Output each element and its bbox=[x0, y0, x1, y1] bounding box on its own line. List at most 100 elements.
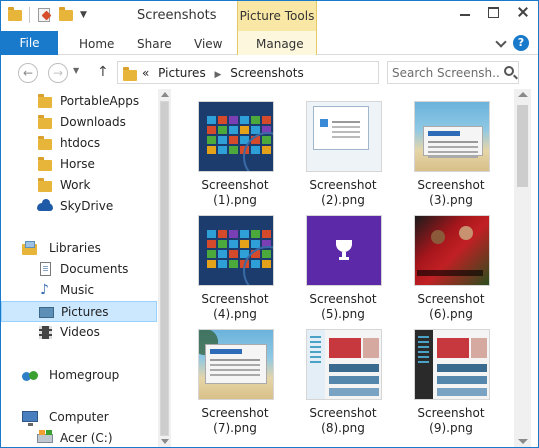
nav-item-label: htdocs bbox=[60, 136, 101, 150]
properties-icon[interactable] bbox=[36, 7, 52, 23]
file-name: Screenshot (7).png bbox=[201, 406, 269, 435]
pictures-icon bbox=[38, 305, 54, 320]
content-scrollbar[interactable] bbox=[514, 89, 531, 447]
thumbnail bbox=[414, 329, 490, 400]
drive-icon bbox=[37, 430, 53, 446]
file-tile[interactable]: Screenshot (5).png bbox=[295, 203, 391, 321]
file-tile[interactable]: Screenshot (6).png bbox=[403, 203, 499, 321]
nav-item-label: Computer bbox=[49, 410, 109, 424]
breadcrumb-pictures[interactable]: Pictures bbox=[158, 66, 206, 80]
nav-item-portableapps[interactable]: PortableApps bbox=[1, 91, 157, 112]
scroll-up-icon[interactable] bbox=[518, 92, 528, 97]
navigation-pane: PortableApps Downloads htdocs Horse Work… bbox=[1, 89, 171, 447]
nav-item-label: Work bbox=[60, 178, 91, 192]
customize-toolbar-icon[interactable]: ▼ bbox=[80, 7, 96, 23]
file-tile[interactable]: Screenshot (7).png bbox=[187, 317, 283, 435]
nav-item-drive-c[interactable]: Acer (C:) bbox=[1, 428, 157, 447]
breadcrumb-screenshots[interactable]: Screenshots bbox=[230, 66, 303, 80]
chevron-right-icon[interactable]: ▶ bbox=[215, 70, 222, 80]
homegroup-icon bbox=[22, 368, 38, 383]
nav-item-htdocs[interactable]: htdocs bbox=[1, 133, 157, 154]
thumbnail bbox=[198, 329, 274, 400]
music-icon: ♪ bbox=[40, 282, 49, 298]
tab-file[interactable]: File bbox=[1, 31, 58, 55]
folder-icon bbox=[122, 66, 138, 81]
scroll-down-icon[interactable] bbox=[161, 439, 169, 444]
nav-item-work[interactable]: Work bbox=[1, 175, 157, 196]
forward-button[interactable]: → bbox=[48, 63, 68, 83]
scroll-up-icon[interactable] bbox=[161, 92, 169, 97]
nav-item-homegroup[interactable]: Homegroup bbox=[1, 365, 157, 386]
search-box[interactable] bbox=[387, 61, 519, 84]
file-name: Screenshot (8).png bbox=[309, 406, 377, 435]
nav-item-pictures[interactable]: Pictures bbox=[1, 301, 157, 322]
tab-share[interactable]: Share bbox=[137, 31, 172, 55]
explorer-window: ▼ Screenshots Picture Tools File Home Sh… bbox=[0, 0, 539, 448]
tab-view[interactable]: View bbox=[194, 31, 222, 55]
nav-item-label: Libraries bbox=[49, 241, 101, 255]
address-bar[interactable]: « Pictures ▶ Screenshots ▼ ↻ bbox=[117, 61, 486, 84]
new-folder-icon[interactable] bbox=[58, 7, 74, 23]
nav-item-label: Homegroup bbox=[49, 368, 120, 382]
close-button[interactable] bbox=[507, 1, 538, 23]
folder-icon[interactable] bbox=[7, 7, 23, 23]
file-tile[interactable]: Screenshot (8).png bbox=[295, 317, 391, 435]
nav-item-label: Pictures bbox=[61, 305, 109, 319]
back-button[interactable]: ← bbox=[18, 63, 38, 83]
file-list: Screenshot (1).png Screenshot (2).png Sc… bbox=[173, 89, 514, 447]
thumbnail bbox=[198, 215, 274, 286]
nav-item-computer[interactable]: Computer bbox=[1, 407, 157, 428]
title-bar: ▼ Screenshots Picture Tools bbox=[1, 1, 538, 31]
minimize-button[interactable] bbox=[451, 1, 479, 23]
nav-item-music[interactable]: ♪ Music bbox=[1, 280, 157, 301]
file-tile[interactable]: Screenshot (9).png bbox=[403, 317, 499, 435]
quick-access-toolbar: ▼ bbox=[7, 7, 96, 23]
recent-locations-icon[interactable]: ▼ bbox=[73, 66, 79, 75]
thumbnail bbox=[414, 101, 490, 172]
videos-icon bbox=[37, 325, 53, 340]
nav-item-libraries[interactable]: Libraries bbox=[1, 238, 157, 259]
file-tile[interactable]: Screenshot (4).png bbox=[187, 203, 283, 321]
expand-ribbon-icon[interactable] bbox=[494, 35, 508, 49]
skydrive-icon bbox=[37, 199, 53, 214]
scroll-thumb[interactable] bbox=[517, 105, 528, 187]
scroll-thumb[interactable] bbox=[160, 101, 169, 436]
nav-item-horse[interactable]: Horse bbox=[1, 154, 157, 175]
documents-icon bbox=[37, 262, 53, 277]
nav-item-documents[interactable]: Documents bbox=[1, 259, 157, 280]
trophy-icon bbox=[336, 240, 352, 260]
nav-item-label: Horse bbox=[60, 157, 95, 171]
scroll-down-icon[interactable] bbox=[518, 439, 528, 444]
maximize-button[interactable] bbox=[479, 1, 507, 23]
address-row: ← → ▼ ↑ « Pictures ▶ Screenshots ▼ ↻ bbox=[1, 56, 538, 89]
nav-item-skydrive[interactable]: SkyDrive bbox=[1, 196, 157, 217]
tab-manage[interactable]: Manage bbox=[256, 31, 304, 55]
up-icon[interactable]: ↑ bbox=[97, 64, 109, 80]
thumbnail bbox=[306, 329, 382, 400]
file-tile[interactable]: Screenshot (2).png bbox=[295, 89, 391, 207]
thumbnail bbox=[306, 101, 382, 172]
nav-scrollbar[interactable] bbox=[158, 89, 171, 447]
downloads-folder-icon bbox=[37, 115, 53, 130]
folder-icon bbox=[37, 157, 53, 172]
nav-item-label: Videos bbox=[60, 325, 100, 339]
file-tile[interactable]: Screenshot (3).png bbox=[403, 89, 499, 207]
thumbnail bbox=[198, 101, 274, 172]
libraries-icon bbox=[22, 241, 38, 256]
file-tile[interactable]: Screenshot (1).png bbox=[187, 89, 283, 207]
ribbon-tabs: File Home Share View Manage ? bbox=[1, 31, 538, 55]
nav-item-label: SkyDrive bbox=[60, 199, 114, 213]
thumbnail bbox=[306, 215, 382, 286]
tab-home[interactable]: Home bbox=[79, 31, 114, 55]
nav-item-videos[interactable]: Videos bbox=[1, 322, 157, 343]
search-input[interactable] bbox=[392, 64, 500, 81]
picture-tools-group: Picture Tools bbox=[237, 1, 317, 31]
nav-item-label: PortableApps bbox=[60, 94, 140, 108]
search-icon[interactable] bbox=[504, 66, 514, 76]
thumbnail bbox=[414, 215, 490, 286]
help-icon[interactable]: ? bbox=[513, 35, 529, 51]
nav-item-downloads[interactable]: Downloads bbox=[1, 112, 157, 133]
breadcrumb-overflow[interactable]: « bbox=[142, 66, 149, 80]
breadcrumb: « Pictures ▶ Screenshots bbox=[142, 66, 309, 80]
folder-icon bbox=[37, 178, 53, 193]
